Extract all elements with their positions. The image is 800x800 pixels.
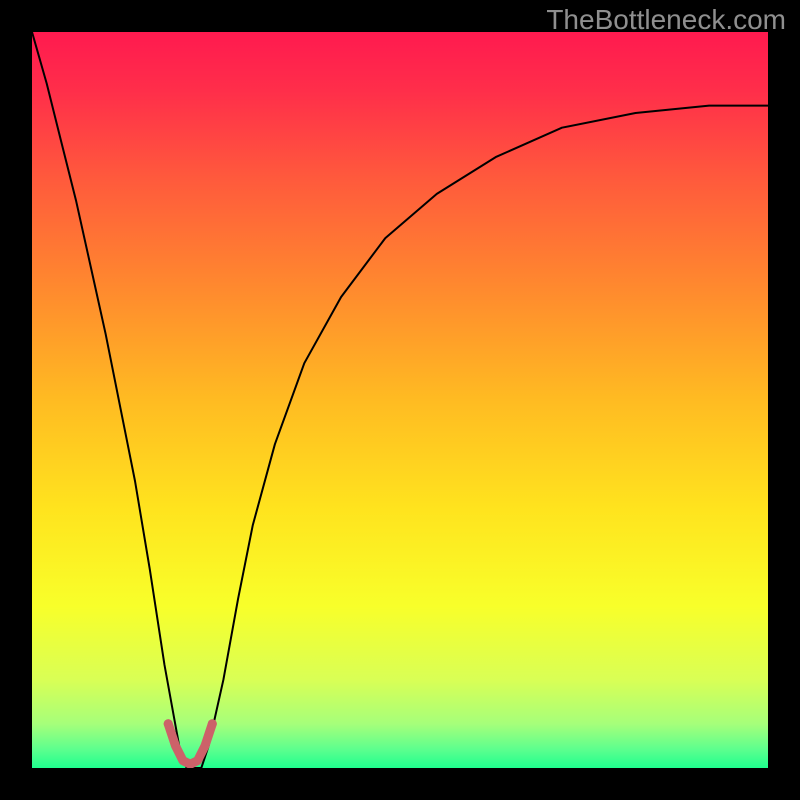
watermark-label: TheBottleneck.com [546,4,786,36]
chart-frame: TheBottleneck.com [0,0,800,800]
chart-background-gradient [32,32,768,768]
chart-svg [32,32,768,768]
chart-plot-area [32,32,768,768]
